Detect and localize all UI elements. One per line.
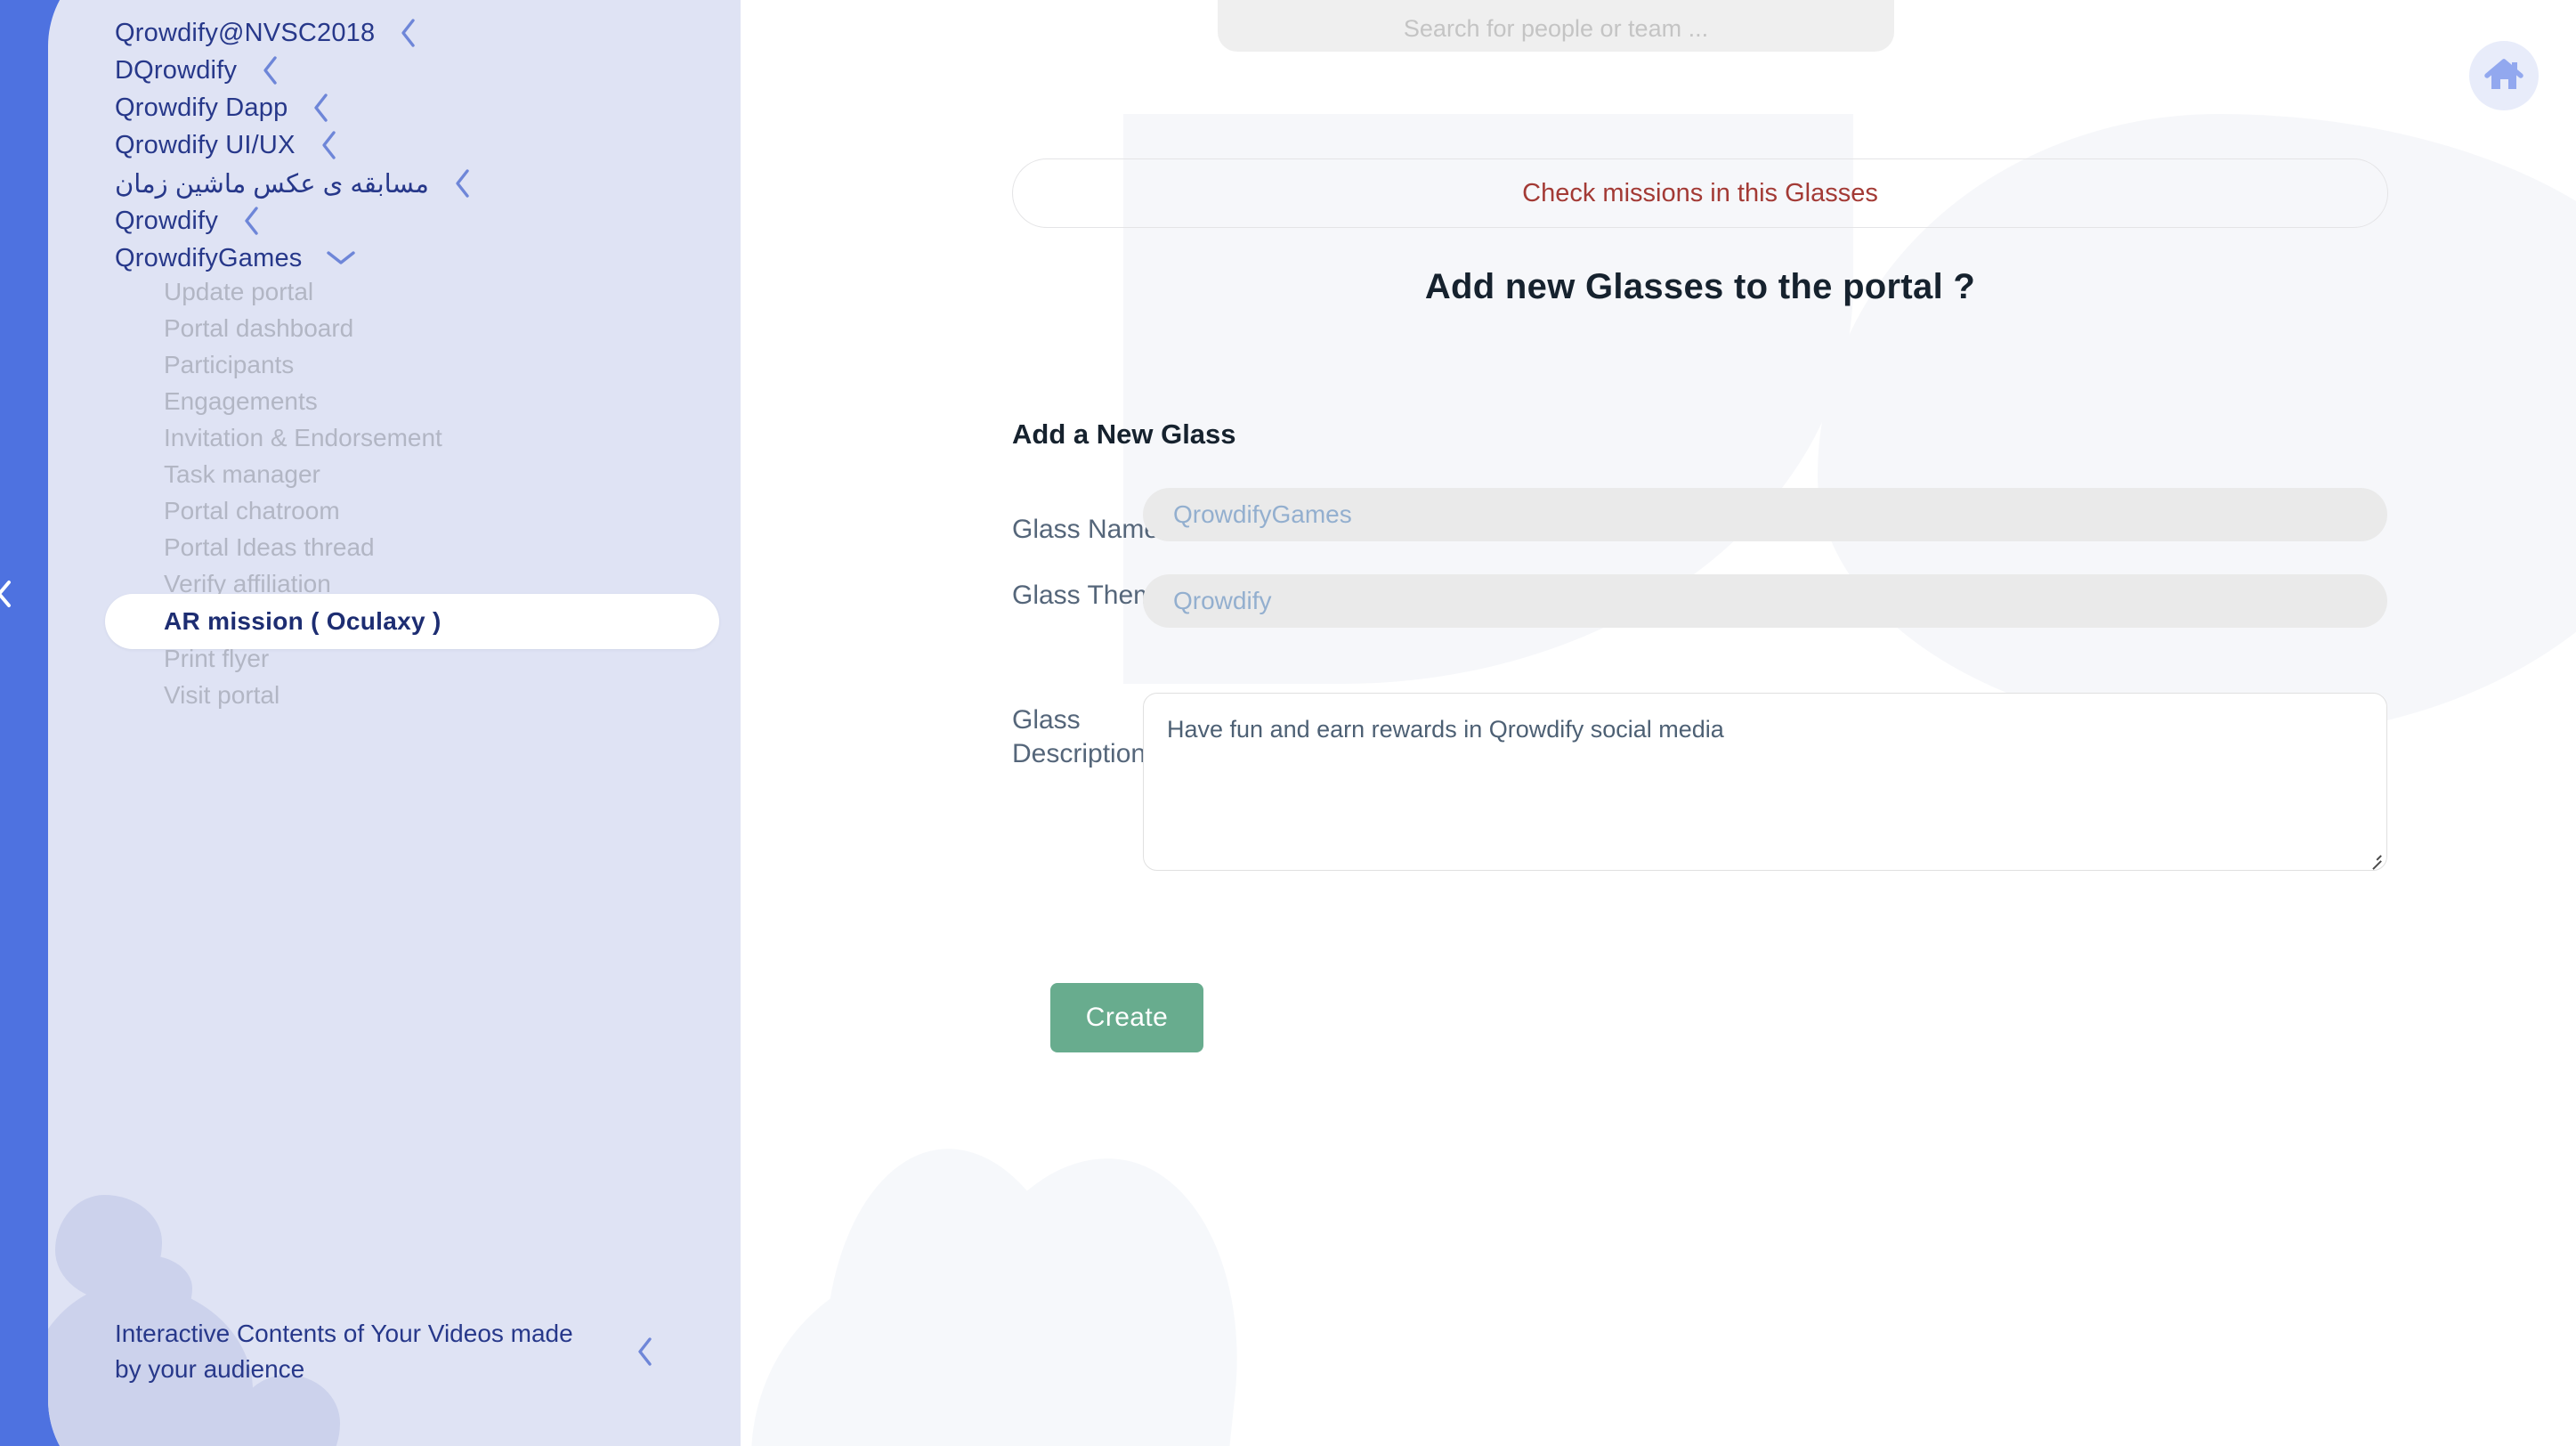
sidebar-group-label: Qrowdify UI/UX [115, 130, 296, 159]
sidebar-item-label: Task manager [164, 460, 320, 488]
home-button[interactable] [2469, 41, 2539, 110]
sidebar-group-label: Interactive Contents of Your Videos made… [115, 1320, 573, 1383]
sidebar-item-portal-chatroom[interactable]: Portal chatroom [48, 493, 741, 529]
sidebar-group-qrowdify-uiux[interactable]: Qrowdify UI/UX [48, 126, 741, 164]
chevron-left-icon[interactable] [452, 168, 472, 199]
glass-description-value: Have fun and earn rewards in Qrowdify so… [1167, 716, 1724, 743]
sidebar-group-partial[interactable] [48, 0, 741, 14]
home-icon [2483, 57, 2524, 94]
sidebar-group-qrowdify-dapp[interactable]: Qrowdify Dapp [48, 89, 741, 126]
sidebar-item-portal-dashboard[interactable]: Portal dashboard [48, 311, 741, 346]
chevron-left-icon[interactable] [635, 1336, 654, 1367]
sidebar-item-invitation-endorsement[interactable]: Invitation & Endorsement [48, 420, 741, 456]
sidebar-item-label: Portal Ideas thread [164, 533, 375, 561]
chevron-left-icon[interactable] [241, 206, 261, 236]
sidebar-group-interactive-contents[interactable]: Interactive Contents of Your Videos made… [48, 1316, 741, 1387]
glass-theme-input[interactable]: Qrowdify [1143, 574, 2387, 628]
sidebar-item-label: Print flyer [164, 645, 270, 672]
create-button[interactable]: Create [1050, 983, 1203, 1052]
glass-description-textarea[interactable]: Have fun and earn rewards in Qrowdify so… [1143, 693, 2387, 871]
sidebar-item-label: Update portal [164, 278, 314, 305]
main-content: Search for people or team ... Check miss… [741, 0, 2576, 1446]
search-input[interactable]: Search for people or team ... [1218, 0, 1894, 52]
sidebar-item-portal-ideas-thread[interactable]: Portal Ideas thread [48, 530, 741, 565]
chevron-down-icon[interactable] [326, 248, 356, 268]
chevron-left-icon[interactable] [398, 18, 417, 48]
sidebar-item-print-flyer[interactable]: Print flyer [48, 641, 741, 677]
create-button-label: Create [1085, 1003, 1169, 1032]
sidebar-item-label: Engagements [164, 387, 318, 415]
sidebar-group-qrowdifygames[interactable]: QrowdifyGames [48, 240, 741, 277]
sidebar-group-farsi-contest[interactable]: مسابقه ی عکس ماشین زمان [48, 165, 741, 202]
sidebar-item-label: Portal dashboard [164, 314, 354, 342]
chevron-left-icon[interactable] [311, 93, 330, 123]
sidebar-item-visit-portal[interactable]: Visit portal [48, 678, 741, 713]
glass-theme-value: Qrowdify [1173, 587, 1272, 614]
chevron-left-icon[interactable] [260, 55, 279, 85]
page-title: Add new Glasses to the portal ? [1424, 267, 1976, 306]
sidebar-item-label: Invitation & Endorsement [164, 424, 442, 451]
sidebar-group-label: DQrowdify [115, 55, 238, 85]
search-placeholder: Search for people or team ... [1403, 15, 1709, 42]
glass-name-input[interactable]: QrowdifyGames [1143, 488, 2387, 541]
sidebar-item-label: Visit portal [164, 681, 280, 709]
sidebar-group-label: Qrowdify Dapp [115, 93, 288, 122]
check-missions-label: Check missions in this Glasses [1522, 178, 1878, 207]
chevron-left-icon[interactable] [319, 130, 338, 160]
sidebar-collapse-toggle[interactable] [0, 579, 14, 609]
sidebar-item-task-manager[interactable]: Task manager [48, 457, 741, 492]
sidebar: Qrowdify@NVSC2018 DQrowdify Qrowdify Dap… [48, 0, 741, 1446]
sidebar-item-label: Participants [164, 351, 295, 378]
sidebar-item-label: AR mission ( Oculaxy ) [164, 607, 441, 635]
sidebar-item-participants[interactable]: Participants [48, 347, 741, 383]
sidebar-item-engagements[interactable]: Engagements [48, 384, 741, 419]
sidebar-group-label: QrowdifyGames [115, 243, 303, 272]
sidebar-group-label: Qrowdify@NVSC2018 [115, 18, 376, 47]
sidebar-item-update-portal[interactable]: Update portal [48, 274, 741, 310]
check-missions-button[interactable]: Check missions in this Glasses [1012, 158, 2388, 228]
sidebar-group-label: مسابقه ی عکس ماشین زمان [115, 169, 429, 199]
sidebar-group-dqrowdify[interactable]: DQrowdify [48, 52, 741, 89]
sidebar-group-qrowdify-nvsc2018[interactable]: Qrowdify@NVSC2018 [48, 14, 741, 52]
sidebar-content: Qrowdify@NVSC2018 DQrowdify Qrowdify Dap… [48, 0, 741, 1446]
resize-handle-icon[interactable] [2365, 849, 2382, 869]
sidebar-group-qrowdify[interactable]: Qrowdify [48, 202, 741, 240]
sidebar-group-label: Qrowdify [115, 206, 219, 235]
sidebar-item-label: Portal chatroom [164, 497, 340, 524]
app-root: Qrowdify@NVSC2018 DQrowdify Qrowdify Dap… [0, 0, 2576, 1446]
section-title: Add a New Glass [1012, 418, 1236, 450]
glass-name-value: QrowdifyGames [1173, 500, 1352, 528]
